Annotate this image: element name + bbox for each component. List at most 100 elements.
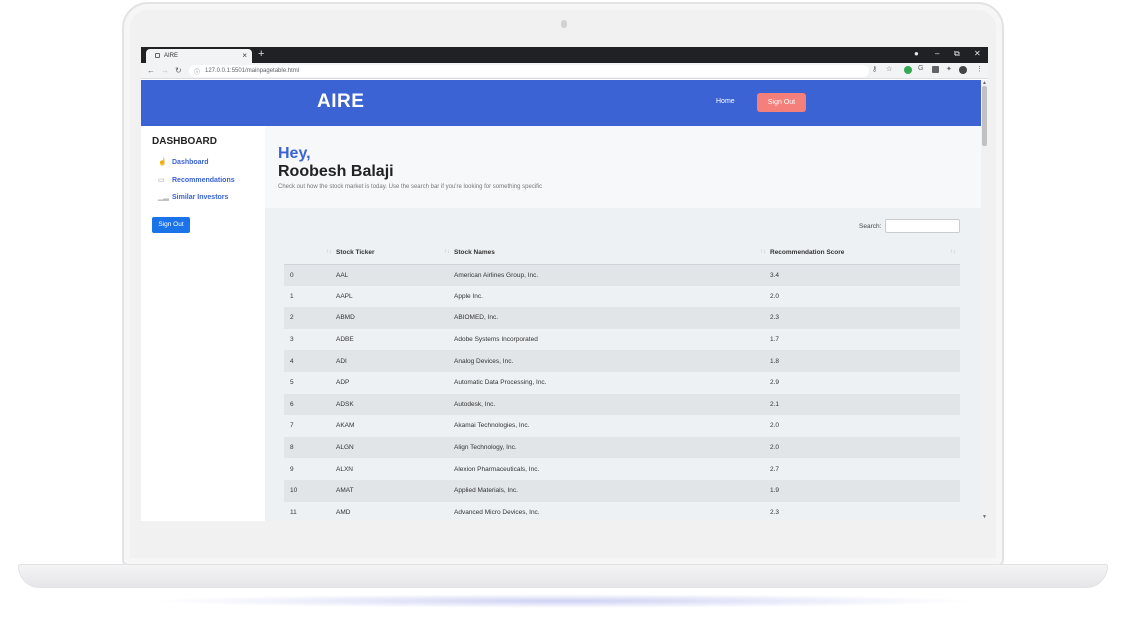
row-index: 10	[284, 479, 336, 502]
table-row[interactable]: 6 ADSK Autodesk, Inc. 2.1	[284, 393, 960, 416]
laptop-mockup: AIRE × + ● – ⧉ ✕ ← → ↻ ⓘ 127.0.0.1:5501/…	[0, 0, 1126, 630]
row-index: 2	[284, 307, 336, 329]
minimize-icon[interactable]: –	[935, 49, 939, 58]
restore-icon[interactable]: ⧉	[954, 49, 960, 59]
row-index: 1	[284, 285, 336, 308]
sort-icon: ↑↓	[760, 249, 766, 255]
url-field[interactable]: ⓘ 127.0.0.1:5501/mainpagetable.html	[189, 65, 869, 77]
page-scrollbar[interactable]: ▲ ▼	[981, 80, 988, 521]
row-score: 2.9	[770, 371, 960, 394]
table-row[interactable]: 5 ADP Automatic Data Processing, Inc. 2.…	[284, 371, 960, 394]
new-tab-icon[interactable]: +	[258, 48, 264, 60]
laptop-shadow	[150, 594, 976, 608]
profile-icon[interactable]: ●	[914, 49, 919, 58]
scrollbar-thumb[interactable]	[982, 86, 987, 146]
row-stock-name: Advanced Micro Devices, Inc.	[454, 501, 770, 521]
row-index: 7	[284, 415, 336, 437]
row-score: 2.1	[770, 393, 960, 416]
row-ticker: ABMD	[336, 307, 454, 329]
row-stock-name: ABIOMED, Inc.	[454, 307, 770, 329]
top-navbar: AIRE Home Sign Out	[141, 80, 981, 126]
address-bar: ← → ↻ ⓘ 127.0.0.1:5501/mainpagetable.htm…	[141, 63, 988, 79]
sort-icon: ↑↓	[326, 249, 332, 255]
column-header-ticker[interactable]: Stock Ticker ↑↓	[336, 242, 454, 265]
row-ticker: AAPL	[336, 285, 454, 308]
row-ticker: AMD	[336, 501, 454, 521]
url-text: 127.0.0.1:5501/mainpagetable.html	[205, 68, 300, 74]
close-window-icon[interactable]: ✕	[974, 49, 981, 58]
extension-box-icon[interactable]	[932, 66, 939, 73]
column-header-name[interactable]: Stock Names ↑↓	[454, 242, 770, 265]
row-score: 2.0	[770, 285, 960, 308]
row-index: 8	[284, 436, 336, 459]
row-score: 2.0	[770, 436, 960, 459]
row-index: 6	[284, 393, 336, 416]
sidebar-item-similar-investors[interactable]: ▁▂ Similar Investors	[158, 193, 228, 201]
key-icon[interactable]: ⚷	[872, 65, 877, 73]
table-row[interactable]: 3 ADBE Adobe Systems Incorporated 1.7	[284, 328, 960, 351]
column-header-score[interactable]: Recommendation Score ↑↓	[770, 242, 960, 265]
table-row[interactable]: 2 ABMD ABIOMED, Inc. 2.3	[284, 307, 960, 329]
row-index: 3	[284, 328, 336, 351]
row-stock-name: Apple Inc.	[454, 285, 770, 308]
tab-close-icon[interactable]: ×	[242, 51, 247, 60]
row-stock-name: Analog Devices, Inc.	[454, 350, 770, 372]
sidebar-sign-out-button[interactable]: Sign Out	[152, 217, 190, 233]
chart-icon: ▭	[158, 177, 165, 184]
extension-g-icon[interactable]: G	[918, 65, 923, 72]
row-ticker: ADSK	[336, 393, 454, 416]
brand-logo[interactable]: AIRE	[317, 91, 364, 113]
back-icon[interactable]: ←	[147, 66, 155, 75]
table-row[interactable]: 10 AMAT Applied Materials, Inc. 1.9	[284, 479, 960, 502]
menu-kebab-icon[interactable]: ⋮	[976, 65, 983, 73]
column-header-index[interactable]: ↑↓	[284, 242, 336, 265]
search-input[interactable]	[885, 219, 960, 233]
row-score: 2.0	[770, 415, 960, 437]
row-stock-name: Align Technology, Inc.	[454, 436, 770, 459]
row-score: 1.7	[770, 328, 960, 351]
sidebar-item-dashboard[interactable]: ☝ Dashboard	[158, 158, 209, 166]
sidebar-item-label: Similar Investors	[172, 194, 229, 201]
table-row[interactable]: 4 ADI Analog Devices, Inc. 1.8	[284, 350, 960, 372]
star-icon[interactable]: ☆	[886, 65, 892, 73]
forward-icon[interactable]: →	[161, 66, 169, 75]
row-stock-name: American Airlines Group, Inc.	[454, 264, 770, 286]
row-index: 5	[284, 371, 336, 394]
extension-green-icon[interactable]	[904, 66, 912, 74]
row-ticker: ADI	[336, 350, 454, 372]
main-content: Hey, Roobesh Balaji Check out how the st…	[265, 126, 981, 521]
header-sign-out-button[interactable]: Sign Out	[757, 93, 806, 112]
row-stock-name: Adobe Systems Incorporated	[454, 328, 770, 351]
table-row[interactable]: 11 AMD Advanced Micro Devices, Inc. 2.3	[284, 501, 960, 521]
stocks-table-panel: Search: ↑↓ Stock Ticker ↑↓ Stock Names ↑↓ …	[265, 208, 981, 521]
greeting: Hey,	[278, 145, 311, 162]
tab-title: AIRE	[164, 53, 179, 59]
table-row[interactable]: 9 ALXN Alexion Pharmaceuticals, Inc. 2.7	[284, 458, 960, 480]
home-link[interactable]: Home	[716, 98, 735, 105]
sidebar-item-label: Dashboard	[172, 159, 209, 166]
table-row[interactable]: 1 AAPL Apple Inc. 2.0	[284, 285, 960, 308]
row-ticker: ADP	[336, 371, 454, 394]
bar-chart-icon: ▁▂	[158, 194, 169, 201]
row-score: 3.4	[770, 264, 960, 286]
avatar[interactable]	[959, 66, 967, 74]
sidebar-item-recommendations[interactable]: ▭ Recommendations	[158, 176, 235, 184]
row-stock-name: Autodesk, Inc.	[454, 393, 770, 416]
row-score: 1.8	[770, 350, 960, 372]
table-row[interactable]: 0 AAL American Airlines Group, Inc. 3.4	[284, 264, 960, 286]
table-row[interactable]: 7 AKAM Akamai Technologies, Inc. 2.0	[284, 415, 960, 437]
info-icon[interactable]: ⓘ	[194, 67, 200, 76]
browser-window: AIRE × + ● – ⧉ ✕ ← → ↻ ⓘ 127.0.0.1:5501/…	[141, 47, 988, 521]
row-index: 0	[284, 264, 336, 286]
reload-icon[interactable]: ↻	[175, 66, 182, 75]
sort-icon: ↑↓	[950, 249, 956, 255]
scroll-down-icon[interactable]: ▼	[982, 514, 987, 520]
browser-tab[interactable]: AIRE ×	[146, 49, 252, 63]
user-name: Roobesh Balaji	[278, 163, 394, 180]
extensions-puzzle-icon[interactable]: ✦	[946, 65, 952, 73]
row-stock-name: Alexion Pharmaceuticals, Inc.	[454, 458, 770, 480]
row-score: 2.3	[770, 501, 960, 521]
welcome-subtitle: Check out how the stock market is today.…	[278, 184, 543, 190]
table-row[interactable]: 8 ALGN Align Technology, Inc. 2.0	[284, 436, 960, 459]
row-stock-name: Akamai Technologies, Inc.	[454, 415, 770, 437]
